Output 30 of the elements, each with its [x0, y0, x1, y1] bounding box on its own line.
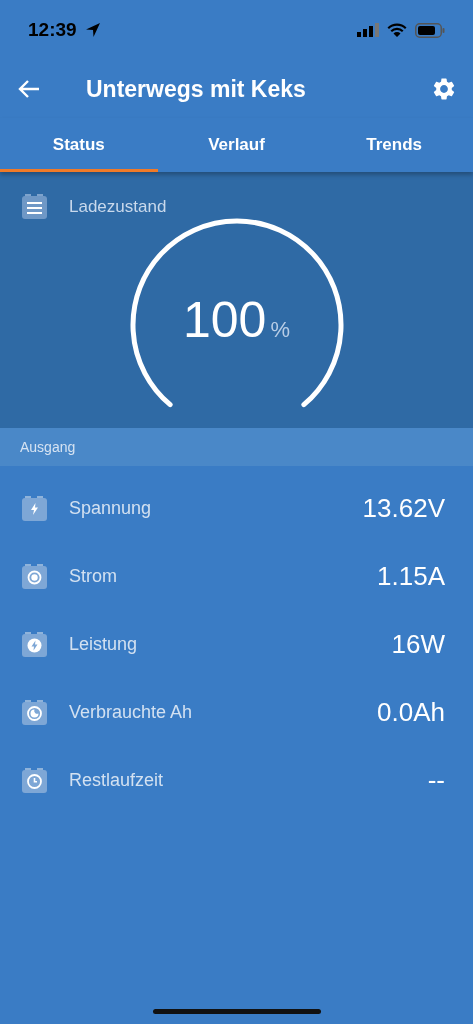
metric-label: Strom	[69, 565, 118, 587]
metric-label: Leistung	[69, 633, 139, 655]
power-icon	[22, 631, 47, 657]
metric-value: 13.62V	[362, 492, 445, 524]
wifi-icon	[387, 23, 407, 37]
target-icon	[22, 563, 47, 589]
battery-icon	[415, 22, 445, 38]
back-button[interactable]	[18, 79, 40, 99]
metric-value: 0.0Ah	[377, 696, 445, 728]
metric-value: 1.15A	[377, 560, 445, 592]
tab[interactable]: Verlauf	[157, 118, 316, 172]
clock-icon	[22, 767, 47, 793]
metric-value: 16W	[391, 628, 445, 660]
section-title: Ausgang	[20, 439, 76, 455]
metric-value: --	[427, 764, 445, 796]
tab[interactable]: Trends	[315, 118, 473, 172]
metric-label: Spannung	[69, 497, 153, 519]
location-arrow-icon	[84, 22, 101, 38]
signal-icon	[357, 23, 379, 37]
gauge-value: 100	[183, 291, 267, 349]
page-title: Unterwegs mit Keks	[86, 75, 307, 103]
gauge-label: Ladezustand	[69, 196, 167, 217]
list-icon	[22, 194, 47, 219]
bolt-icon	[22, 495, 47, 521]
gauge-unit: %	[270, 317, 290, 343]
moon-icon	[22, 699, 47, 725]
metric-label: Restlaufzeit	[69, 769, 165, 791]
metric-label: Verbrauchte Ah	[69, 701, 194, 723]
status-time: 12:39	[28, 19, 77, 41]
settings-button[interactable]	[431, 76, 457, 102]
